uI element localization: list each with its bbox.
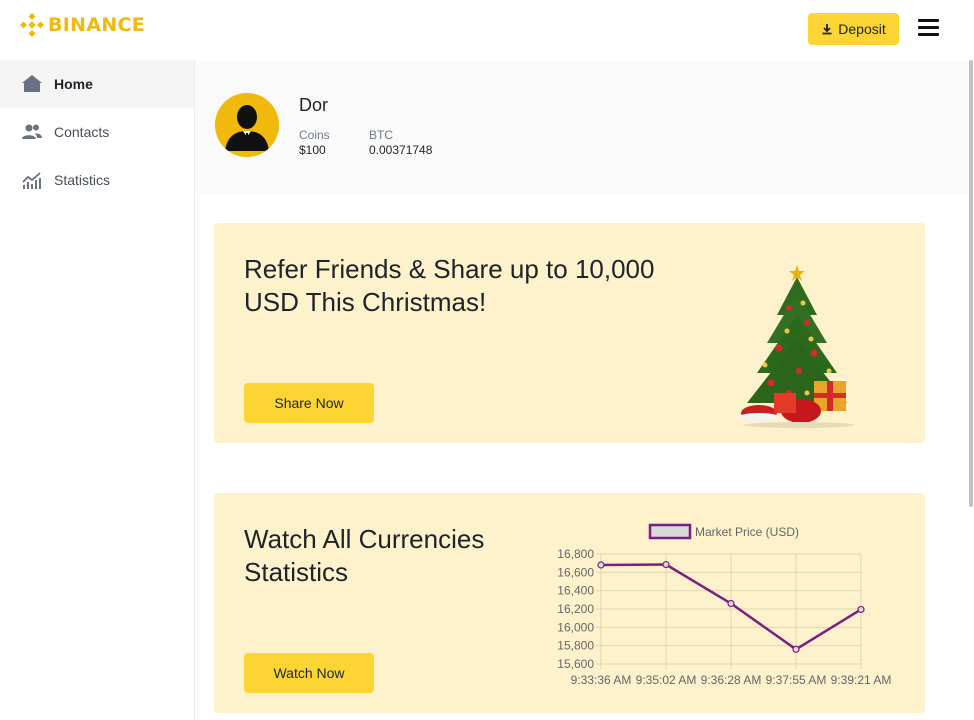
christmas-tree-image: [739, 265, 854, 428]
home-icon: [22, 75, 42, 92]
top-bar: BINANCE Deposit: [0, 0, 974, 60]
download-icon: [822, 24, 832, 35]
y-tick-label: 16,200: [557, 602, 594, 616]
btc-value: 0.00371748: [369, 143, 433, 157]
sidebar: Home Contacts Statistics: [0, 60, 195, 720]
sidebar-item-home[interactable]: Home: [0, 60, 194, 108]
user-name: Dor: [299, 95, 329, 115]
share-now-button[interactable]: Share Now: [244, 383, 374, 423]
statistics-icon: [22, 172, 41, 189]
coins-label: Coins: [299, 128, 330, 142]
user-avatar-icon: [215, 93, 279, 157]
promo-title: Refer Friends & Share up to 10,000 USD T…: [244, 254, 655, 317]
x-tick-label: 9:36:28 AM: [701, 673, 762, 687]
legend-label: Market Price (USD): [695, 525, 799, 539]
profile-section: Dor Coins $100 BTC 0.00371748: [195, 61, 968, 193]
data-point: [792, 645, 800, 653]
market-price-chart: Market Price (USD) 15,600 15,800 16,000 16,2…: [557, 523, 892, 687]
data-point: [857, 605, 865, 614]
sidebar-item-statistics[interactable]: Statistics: [0, 156, 194, 204]
y-tick-label: 16,000: [557, 620, 594, 634]
avatar[interactable]: [215, 93, 279, 157]
hamburger-icon[interactable]: [918, 19, 940, 39]
x-tick-label: 9:35:02 AM: [636, 673, 697, 687]
y-tick-label: 16,600: [557, 565, 594, 579]
watch-now-button[interactable]: Watch Now: [244, 653, 374, 693]
x-tick-label: 9:39:21 AM: [831, 673, 892, 687]
data-point: [727, 599, 735, 608]
stats-title: Watch All Currencies Statistics: [244, 524, 485, 587]
x-tick-label: 9:37:55 AM: [766, 673, 827, 687]
sidebar-item-label: Contacts: [54, 124, 110, 140]
sidebar-item-label: Home: [54, 76, 93, 92]
y-tick-label: 15,600: [557, 657, 594, 671]
data-point: [662, 560, 670, 569]
sidebar-item-contacts[interactable]: Contacts: [0, 108, 194, 156]
binance-logo-icon: [20, 13, 44, 37]
brand-name: BINANCE: [48, 14, 146, 36]
data-point: [597, 561, 605, 569]
scrollbar-thumb[interactable]: [969, 60, 973, 507]
sidebar-item-label: Statistics: [54, 172, 111, 188]
binance-logo[interactable]: BINANCE: [20, 13, 145, 37]
deposit-label: Deposit: [838, 21, 886, 37]
page-scrollbar[interactable]: [968, 0, 974, 720]
y-tick-label: 15,800: [557, 639, 594, 653]
x-tick-label: 9:33:36 AM: [571, 673, 632, 687]
contacts-icon: [22, 124, 42, 139]
btc-label: BTC: [369, 128, 393, 142]
promo-card: Refer Friends & Share up to 10,000 USD T…: [214, 223, 925, 443]
deposit-button[interactable]: Deposit: [808, 13, 899, 45]
y-tick-label: 16,800: [557, 547, 594, 561]
stats-card: Watch All Currencies Statistics Watch No…: [214, 493, 925, 713]
legend-swatch: [648, 523, 692, 540]
y-tick-label: 16,400: [557, 584, 594, 598]
coins-value: $100: [299, 143, 326, 157]
